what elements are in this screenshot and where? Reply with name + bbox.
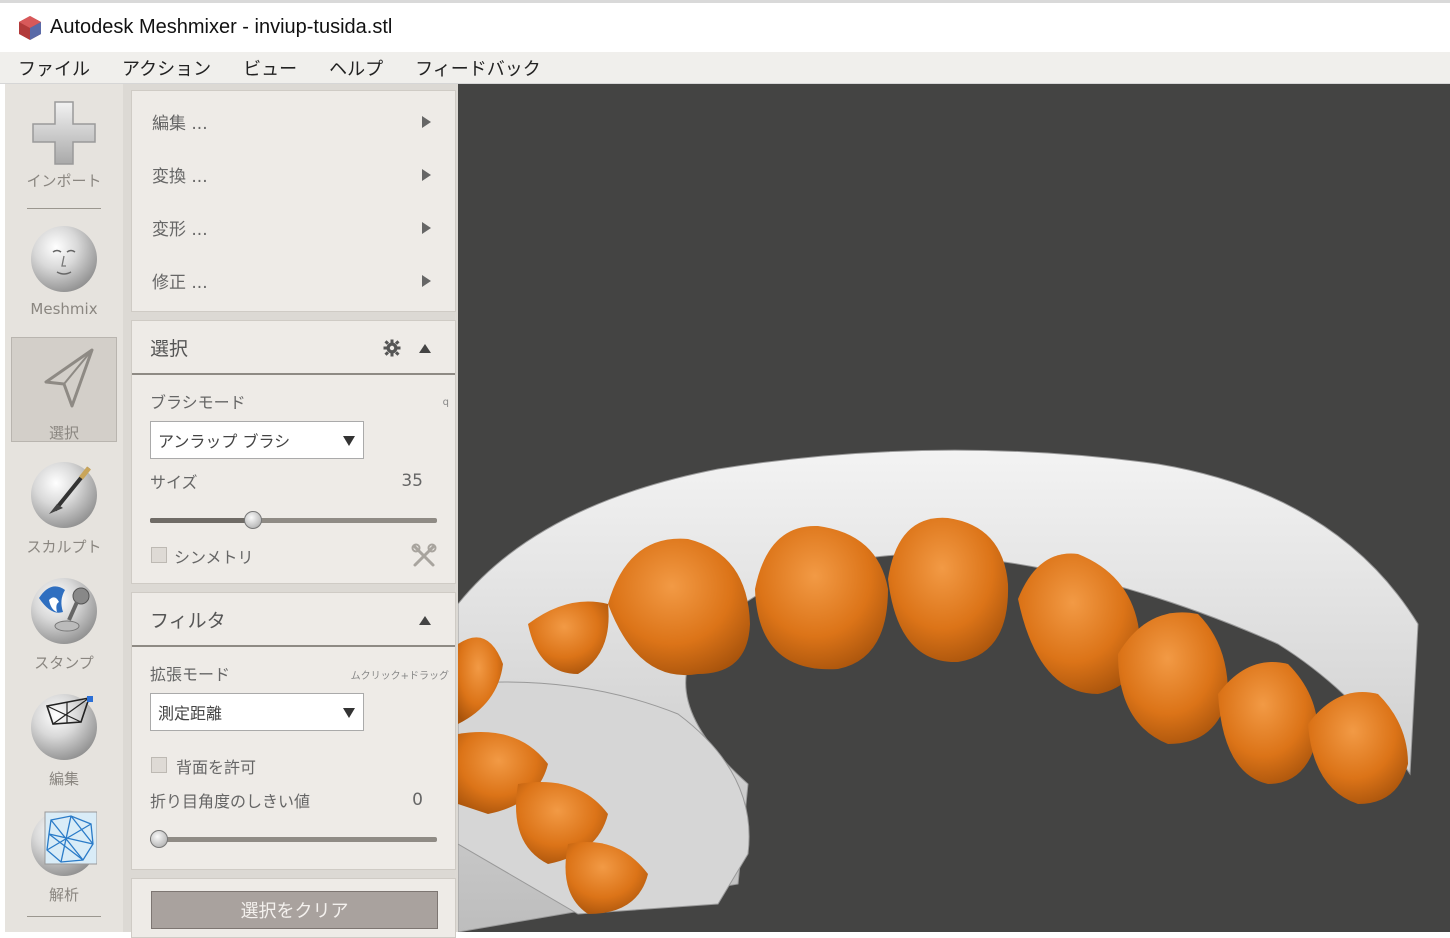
select-actions-submenu: 編集 ... 変換 ... 変形 ... 修正 ... xyxy=(131,90,456,312)
submenu-modify-label: 修正 ... xyxy=(152,273,208,293)
expand-mode-hint: ムクリック+ドラッグ xyxy=(350,671,449,682)
filter-panel: フィルタ 拡張モード ムクリック+ドラッグ 測定距離 背面を許可 折り目角度のし… xyxy=(131,592,456,870)
tool-stamp[interactable]: スタンプ xyxy=(11,578,117,678)
submenu-edit[interactable]: 編集 ... xyxy=(132,95,455,148)
brush-mode-label: ブラシモード xyxy=(150,393,246,412)
dropdown-arrow-icon xyxy=(343,708,355,718)
allow-backface-checkbox[interactable] xyxy=(151,757,167,773)
stamp-sphere-icon xyxy=(31,578,97,644)
tool-edit[interactable]: 編集 xyxy=(11,694,117,794)
brush-mode-value: アンラップ ブラシ xyxy=(158,432,291,451)
select-panel-title: 選択 xyxy=(150,337,189,360)
size-slider[interactable] xyxy=(150,511,437,529)
tool-sculpt-label: スカルプト xyxy=(26,538,102,556)
analysis-icon xyxy=(31,810,97,876)
submenu-deform[interactable]: 変形 ... xyxy=(132,201,455,254)
meshmixer-logo-icon xyxy=(19,15,41,40)
filter-panel-title: フィルタ xyxy=(150,609,226,632)
crease-angle-value: 0 xyxy=(412,790,423,810)
tool-analysis[interactable]: 解析 xyxy=(11,810,117,910)
expand-mode-select[interactable]: 測定距離 xyxy=(150,693,364,731)
size-value: 35 xyxy=(401,471,423,491)
submenu-convert[interactable]: 変換 ... xyxy=(132,148,455,201)
crease-angle-label: 折り目角度のしきい値 xyxy=(150,792,311,811)
clear-selection-button[interactable]: 選択をクリア xyxy=(151,891,438,929)
tool-stamp-label: スタンプ xyxy=(34,654,94,672)
allow-backface-label: 背面を許可 xyxy=(176,758,257,777)
tool-select[interactable]: 選択 xyxy=(11,337,117,442)
toolbar-divider xyxy=(27,916,101,917)
dropdown-arrow-icon xyxy=(343,436,355,446)
collapse-icon[interactable] xyxy=(419,616,431,625)
menu-bar: ファイル アクション ビュー ヘルプ フィードバック xyxy=(0,52,1450,84)
tool-meshmix-label: Meshmix xyxy=(30,300,98,318)
panels-column: 編集 ... 変換 ... 変形 ... 修正 ... 選択 ブラシモード q … xyxy=(123,84,458,938)
chevron-right-icon xyxy=(422,221,431,234)
tools-icon[interactable] xyxy=(411,543,437,569)
size-label: サイズ xyxy=(150,473,198,492)
filter-panel-header: フィルタ xyxy=(132,593,455,647)
menu-file[interactable]: ファイル xyxy=(0,55,104,81)
menu-actions[interactable]: アクション xyxy=(104,55,225,81)
crease-slider-thumb[interactable] xyxy=(150,830,168,848)
clear-selection-panel: 選択をクリア xyxy=(131,878,456,938)
submenu-deform-label: 変形 ... xyxy=(152,220,208,240)
submenu-convert-label: 変換 ... xyxy=(152,167,208,187)
menu-view[interactable]: ビュー xyxy=(225,55,311,81)
title-bar: Autodesk Meshmixer - inviup-tusida.stl xyxy=(0,0,1450,52)
brush-mode-hotkey: q xyxy=(442,397,449,408)
3d-viewport[interactable] xyxy=(458,84,1450,932)
tool-import[interactable]: インポート xyxy=(11,98,117,198)
symmetry-checkbox[interactable] xyxy=(151,547,167,563)
submenu-modify[interactable]: 修正 ... xyxy=(132,254,455,307)
tool-sidebar: インポート Meshmix 選択 スカルプト スタンプ 編集 解析 xyxy=(5,84,124,932)
chevron-right-icon xyxy=(422,274,431,287)
tool-edit-label: 編集 xyxy=(48,770,79,788)
select-panel: 選択 ブラシモード q アンラップ ブラシ サイズ 35 シンメトリ xyxy=(131,320,456,584)
menu-feedback[interactable]: フィードバック xyxy=(397,55,555,81)
head-sphere-icon xyxy=(31,226,97,292)
select-panel-header: 選択 xyxy=(132,321,455,375)
menu-help[interactable]: ヘルプ xyxy=(311,55,397,81)
mesh-edit-icon xyxy=(31,694,97,760)
chevron-right-icon xyxy=(422,115,431,128)
dental-mesh-model xyxy=(458,449,1419,932)
plus-icon xyxy=(32,101,96,165)
expand-mode-label: 拡張モード xyxy=(150,665,231,684)
expand-mode-value: 測定距離 xyxy=(158,704,223,723)
gear-icon[interactable] xyxy=(383,339,401,357)
size-slider-fill xyxy=(150,518,254,523)
arrow-cursor-icon xyxy=(44,348,94,408)
tool-sculpt[interactable]: スカルプト xyxy=(11,462,117,562)
window-title: Autodesk Meshmixer - inviup-tusida.stl xyxy=(50,16,393,38)
size-slider-thumb[interactable] xyxy=(244,511,263,529)
tool-meshmix[interactable]: Meshmix xyxy=(11,226,117,326)
submenu-edit-label: 編集 ... xyxy=(152,114,208,134)
chevron-right-icon xyxy=(422,168,431,181)
collapse-icon[interactable] xyxy=(419,344,431,353)
tool-analysis-label: 解析 xyxy=(48,886,79,904)
symmetry-label: シンメトリ xyxy=(174,548,254,567)
crease-angle-slider[interactable] xyxy=(150,830,437,848)
brush-sphere-icon xyxy=(31,462,97,528)
brush-mode-select[interactable]: アンラップ ブラシ xyxy=(150,421,364,459)
tool-import-label: インポート xyxy=(26,172,102,190)
toolbar-divider xyxy=(27,208,101,209)
tool-select-label: 選択 xyxy=(48,424,79,442)
